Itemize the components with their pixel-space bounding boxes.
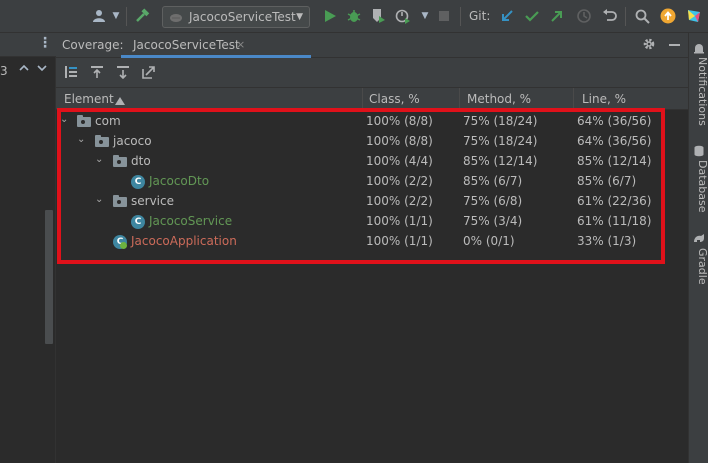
minimize-icon[interactable] bbox=[669, 44, 680, 46]
test-config-icon bbox=[169, 10, 183, 24]
column-divider[interactable] bbox=[362, 88, 363, 110]
git-update-icon[interactable] bbox=[499, 8, 515, 24]
git-push-icon[interactable] bbox=[549, 8, 565, 24]
chevron-up-icon[interactable] bbox=[18, 62, 30, 77]
column-header-divider[interactable] bbox=[573, 88, 574, 110]
scrollbar-thumb[interactable] bbox=[45, 210, 53, 344]
tab-database[interactable]: Database bbox=[689, 160, 708, 213]
gear-icon[interactable] bbox=[642, 37, 656, 54]
column-header-line[interactable]: Line, % bbox=[582, 92, 626, 106]
coverage-icon[interactable] bbox=[370, 8, 386, 24]
tab-gradle[interactable]: Gradle bbox=[689, 248, 708, 285]
debug-icon[interactable] bbox=[346, 8, 362, 24]
chevron-down-icon[interactable] bbox=[36, 62, 48, 77]
tab-notifications[interactable]: Notifications bbox=[689, 57, 708, 126]
coverage-actions-bar bbox=[56, 58, 688, 88]
column-divider[interactable] bbox=[459, 88, 460, 110]
highlight-annotation-box bbox=[57, 108, 665, 264]
navigate-up-icon[interactable] bbox=[90, 65, 104, 82]
git-commit-icon[interactable] bbox=[524, 8, 540, 24]
jetbrains-icon[interactable] bbox=[686, 8, 702, 24]
chevron-down-icon[interactable]: ▼ bbox=[108, 8, 124, 24]
column-header-element[interactable]: Element bbox=[64, 92, 114, 106]
stop-icon[interactable] bbox=[436, 8, 452, 24]
export-icon[interactable] bbox=[142, 65, 156, 82]
search-icon[interactable] bbox=[634, 8, 650, 24]
more-options-icon[interactable]: ⋮ bbox=[38, 35, 52, 51]
close-icon[interactable]: × bbox=[236, 38, 245, 51]
run-icon[interactable] bbox=[322, 8, 338, 24]
git-label: Git: bbox=[469, 9, 491, 23]
editor-left-header: ⋮ bbox=[0, 33, 56, 57]
line-number: 3 bbox=[0, 64, 8, 78]
column-header-method[interactable]: Method, % bbox=[467, 92, 531, 106]
history-icon[interactable] bbox=[576, 8, 592, 24]
navigate-down-icon[interactable] bbox=[116, 65, 130, 82]
toolbar-divider bbox=[126, 7, 127, 26]
user-icon[interactable] bbox=[92, 8, 108, 24]
run-config-label: JacocoServiceTest bbox=[189, 10, 296, 24]
notifications-icon[interactable] bbox=[693, 43, 705, 58]
sort-ascending-icon[interactable] bbox=[115, 94, 125, 108]
toolbar-divider bbox=[625, 7, 626, 26]
toolbar-divider bbox=[460, 7, 461, 26]
hammer-icon[interactable] bbox=[134, 8, 150, 24]
gradle-icon[interactable] bbox=[693, 232, 705, 247]
coverage-table-header: Element Class, % Method, % Line, % bbox=[56, 88, 688, 110]
coverage-title: Coverage: bbox=[62, 38, 124, 52]
update-icon[interactable] bbox=[660, 8, 676, 24]
main-toolbar: ▼ JacocoServiceTest ▼ ▼ Git: bbox=[0, 0, 708, 33]
tab-label: JacocoServiceTest bbox=[133, 38, 240, 52]
chevron-down-icon[interactable]: ▼ bbox=[417, 8, 433, 24]
column-header-class[interactable]: Class, % bbox=[369, 92, 420, 106]
chevron-down-icon: ▼ bbox=[296, 12, 303, 22]
profiler-icon[interactable] bbox=[395, 8, 411, 24]
database-icon[interactable] bbox=[693, 145, 705, 160]
right-tool-strip: Notifications Database Gradle bbox=[688, 33, 708, 463]
run-configuration-selector[interactable]: JacocoServiceTest ▼ bbox=[162, 6, 310, 28]
coverage-tool-header: Coverage: JacocoServiceTest × bbox=[56, 33, 688, 58]
rollback-icon[interactable] bbox=[602, 8, 618, 24]
flatten-packages-icon[interactable] bbox=[64, 65, 78, 82]
